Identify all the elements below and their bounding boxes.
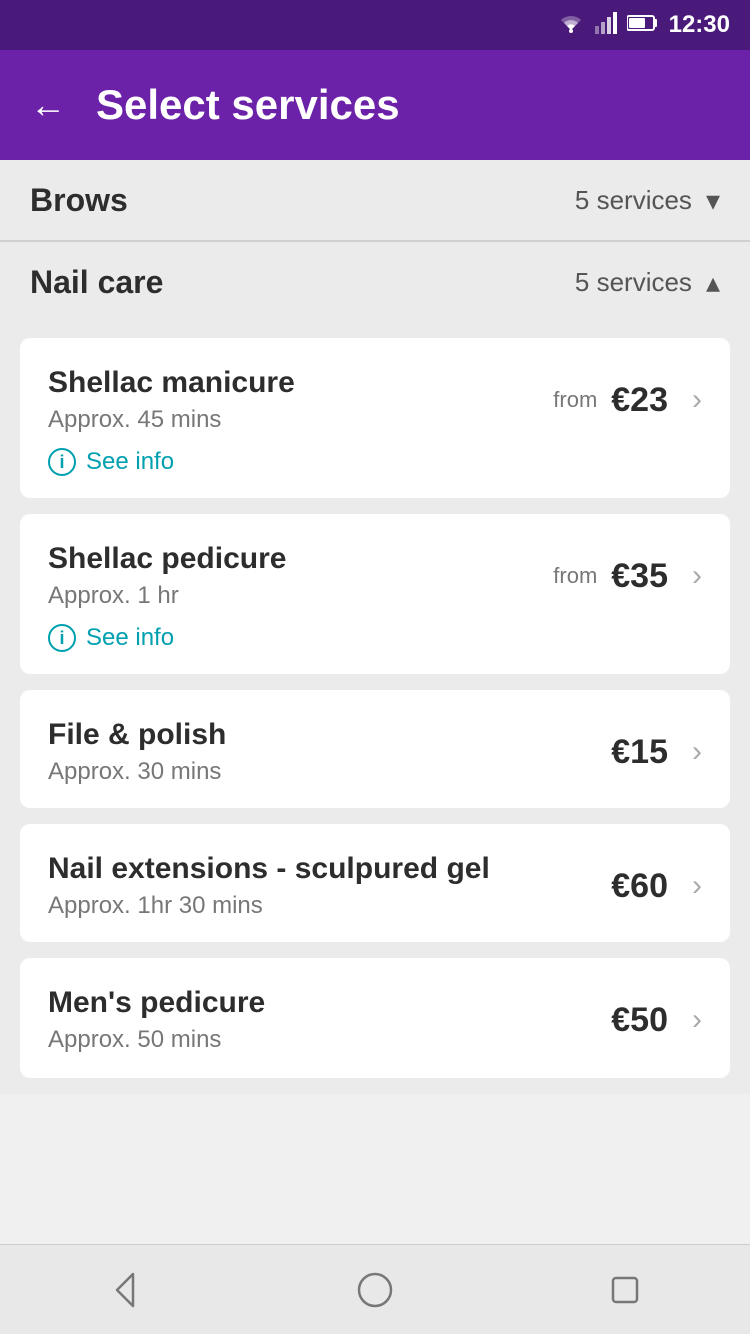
back-nav-icon [105, 1270, 145, 1310]
services-area: Shellac manicure Approx. 45 mins from €2… [0, 322, 750, 1094]
service-card-inner: Nail extensions - sculpured gel Approx. … [48, 852, 702, 920]
service-price: €60 [611, 867, 668, 906]
service-arrow-icon: › [692, 869, 702, 903]
nav-recent-button[interactable] [595, 1260, 655, 1320]
service-card-inner: File & polish Approx. 30 mins €15 › [48, 718, 702, 786]
nail-care-section-meta: 5 services ▴ [575, 266, 720, 299]
service-price-area: €15 › [611, 733, 702, 772]
service-name: Men's pedicure [48, 986, 611, 1020]
service-info: Nail extensions - sculpured gel Approx. … [48, 852, 611, 920]
service-price: €50 [611, 1001, 668, 1040]
wifi-icon [557, 12, 585, 39]
service-price-area: €50 › [611, 1001, 702, 1040]
service-duration: Approx. 1 hr [48, 582, 553, 610]
service-from: from [553, 563, 597, 589]
status-icons: 12:30 [557, 11, 730, 39]
battery-icon [627, 14, 659, 37]
recent-nav-icon [605, 1270, 645, 1310]
info-icon: i [48, 624, 76, 652]
service-name: File & polish [48, 718, 611, 752]
service-duration: Approx. 45 mins [48, 406, 553, 434]
nail-care-count: 5 services [575, 267, 692, 298]
service-card-inner: Shellac manicure Approx. 45 mins from €2… [48, 366, 702, 434]
service-card-mens-pedicure[interactable]: Men's pedicure Approx. 50 mins €50 › [20, 958, 730, 1078]
service-duration: Approx. 1hr 30 mins [48, 892, 611, 920]
service-from: from [553, 387, 597, 413]
see-info-text: See info [86, 624, 174, 652]
app-header: ← Select services [0, 50, 750, 160]
service-price-area: from €23 › [553, 381, 702, 420]
nail-care-section-title: Nail care [30, 264, 163, 301]
service-card-shellac-pedicure[interactable]: Shellac pedicure Approx. 1 hr from €35 ›… [20, 514, 730, 674]
brows-chevron: ▾ [706, 184, 720, 217]
service-name: Nail extensions - sculpured gel [48, 852, 611, 886]
service-arrow-icon: › [692, 735, 702, 769]
brows-section-header[interactable]: Brows 5 services ▾ [0, 160, 750, 240]
service-name: Shellac manicure [48, 366, 553, 400]
service-price: €35 [611, 557, 668, 596]
service-card-shellac-manicure[interactable]: Shellac manicure Approx. 45 mins from €2… [20, 338, 730, 498]
brows-count: 5 services [575, 185, 692, 216]
service-price: €23 [611, 381, 668, 420]
status-time: 12:30 [669, 11, 730, 39]
service-info: Shellac pedicure Approx. 1 hr [48, 542, 553, 610]
service-arrow-icon: › [692, 383, 702, 417]
bottom-nav [0, 1244, 750, 1334]
page-title: Select services [96, 81, 400, 129]
back-button[interactable]: ← [30, 87, 66, 123]
service-price: €15 [611, 733, 668, 772]
main-content: Brows 5 services ▾ Nail care 5 services … [0, 160, 750, 1184]
service-price-area: €60 › [611, 867, 702, 906]
status-bar: 12:30 [0, 0, 750, 50]
service-price-area: from €35 › [553, 557, 702, 596]
signal-icon [595, 12, 617, 39]
nav-home-button[interactable] [345, 1260, 405, 1320]
nav-back-button[interactable] [95, 1260, 155, 1320]
nail-care-chevron: ▴ [706, 266, 720, 299]
service-card-inner: Men's pedicure Approx. 50 mins €50 › [48, 986, 702, 1054]
brows-section-title: Brows [30, 182, 128, 219]
service-duration: Approx. 30 mins [48, 758, 611, 786]
nail-care-section-header[interactable]: Nail care 5 services ▴ [0, 242, 750, 322]
service-info: Men's pedicure Approx. 50 mins [48, 986, 611, 1054]
service-info: File & polish Approx. 30 mins [48, 718, 611, 786]
service-card-nail-extensions[interactable]: Nail extensions - sculpured gel Approx. … [20, 824, 730, 942]
service-info: Shellac manicure Approx. 45 mins [48, 366, 553, 434]
service-card-file-polish[interactable]: File & polish Approx. 30 mins €15 › [20, 690, 730, 808]
home-nav-icon [355, 1270, 395, 1310]
service-name: Shellac pedicure [48, 542, 553, 576]
brows-section-meta: 5 services ▾ [575, 184, 720, 217]
service-card-inner: Shellac pedicure Approx. 1 hr from €35 › [48, 542, 702, 610]
service-arrow-icon: › [692, 559, 702, 593]
see-info-shellac-pedicure[interactable]: i See info [48, 624, 702, 652]
service-duration: Approx. 50 mins [48, 1026, 611, 1054]
see-info-shellac-manicure[interactable]: i See info [48, 448, 702, 476]
see-info-text: See info [86, 448, 174, 476]
info-icon: i [48, 448, 76, 476]
service-arrow-icon: › [692, 1003, 702, 1037]
